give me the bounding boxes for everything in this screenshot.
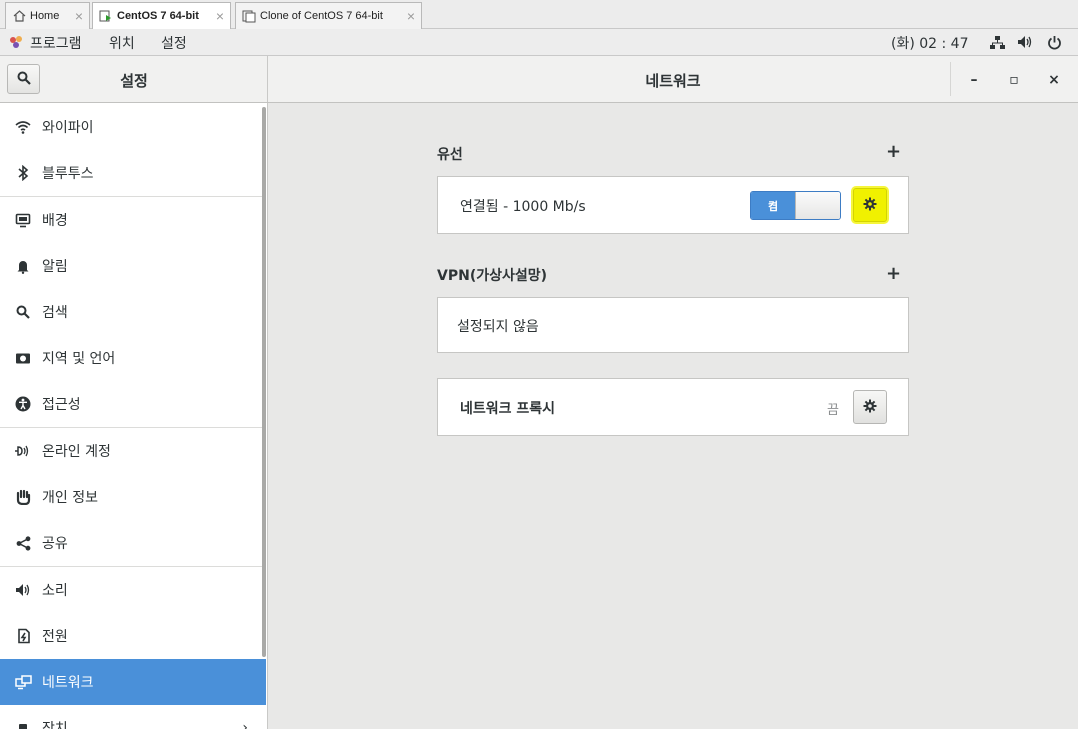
sound-icon xyxy=(14,581,32,599)
wifi-icon xyxy=(14,118,32,136)
sidebar-item-devices[interactable]: 장치 › xyxy=(0,705,266,729)
network-icon xyxy=(14,673,32,691)
sidebar: 와이파이 블루투스 배경 알림 검색 지역 및 언어 접근성 온라인 계정 개인… xyxy=(0,103,268,729)
sidebar-header: 설정 xyxy=(0,56,268,102)
sidebar-item-background[interactable]: 배경 xyxy=(0,197,266,243)
gear-icon xyxy=(863,398,877,417)
sidebar-item-power[interactable]: 전원 xyxy=(0,613,266,659)
sidebar-item-label: 공유 xyxy=(42,536,68,552)
vpn-card: 설정되지 않음 xyxy=(437,297,909,353)
network-status-icon[interactable] xyxy=(989,34,1005,50)
wired-status: 연결됨 - 1000 Mb/s xyxy=(460,199,586,215)
wired-section-title: 유선 xyxy=(437,147,463,163)
sidebar-item-label: 배경 xyxy=(42,213,68,229)
close-tab-icon[interactable]: × xyxy=(75,8,83,24)
proxy-title: 네트워크 프록시 xyxy=(460,401,556,417)
vm-tab-label: CentOS 7 64-bit xyxy=(117,10,199,22)
minimize-icon: – xyxy=(970,72,978,88)
sidebar-item-label: 온라인 계정 xyxy=(42,444,111,460)
power-icon xyxy=(14,627,32,645)
vm-tab-centos[interactable]: CentOS 7 64-bit × xyxy=(92,2,231,29)
close-icon: × xyxy=(1048,72,1060,88)
top-panel: 프로그램 위치 설정 (화) 02 : 47 xyxy=(0,29,1078,56)
sidebar-item-label: 알림 xyxy=(42,259,68,275)
sidebar-item-region[interactable]: 지역 및 언어 xyxy=(0,335,266,381)
sidebar-item-sound[interactable]: 소리 xyxy=(0,567,266,613)
sidebar-item-label: 검색 xyxy=(42,305,68,321)
vm-tab-label: Clone of CentOS 7 64-bit xyxy=(260,10,383,22)
sidebar-item-label: 와이파이 xyxy=(42,120,94,136)
settings-app-menu[interactable]: 설정 xyxy=(161,33,187,53)
sidebar-item-online-accounts[interactable]: 온라인 계정 xyxy=(0,428,266,474)
add-wired-button[interactable]: + xyxy=(886,141,901,162)
vpn-section-title: VPN(가상사설망) xyxy=(437,268,548,284)
sidebar-item-accessibility[interactable]: 접근성 xyxy=(0,381,266,427)
header-divider xyxy=(950,62,951,96)
sidebar-item-privacy[interactable]: 개인 정보 xyxy=(0,474,266,520)
share-icon xyxy=(14,534,32,552)
devices-icon xyxy=(14,719,32,729)
wired-toggle[interactable]: 켬 xyxy=(750,191,841,220)
proxy-state: 끔 xyxy=(827,403,839,418)
sidebar-item-search[interactable]: 검색 xyxy=(0,289,266,335)
close-button[interactable]: × xyxy=(1044,70,1064,90)
toggle-knob xyxy=(795,192,840,219)
wired-connection-card: 연결됨 - 1000 Mb/s 켬 xyxy=(437,176,909,234)
header-bar: 설정 네트워크 – ▫ × xyxy=(0,56,1078,103)
search-icon xyxy=(14,303,32,321)
vm-tab-home[interactable]: Home × xyxy=(5,2,90,29)
wired-settings-button[interactable] xyxy=(853,188,887,222)
sidebar-item-wifi[interactable]: 와이파이 xyxy=(0,104,266,150)
sidebar-item-network[interactable]: 네트워크 xyxy=(0,659,266,705)
vm-running-icon xyxy=(99,9,113,23)
background-icon xyxy=(14,211,32,229)
sidebar-item-label: 전원 xyxy=(42,629,68,645)
toggle-on-label: 켬 xyxy=(751,192,795,219)
accessibility-icon xyxy=(14,395,32,413)
maximize-icon: ▫ xyxy=(1009,72,1019,88)
vm-tab-bar: Home × CentOS 7 64-bit × Clone of CentOS… xyxy=(0,0,1078,29)
sidebar-item-label: 네트워크 xyxy=(42,675,94,691)
chevron-right-icon: › xyxy=(242,720,248,729)
bell-icon xyxy=(14,257,32,275)
vm-tab-label: Home xyxy=(30,10,60,22)
maximize-button[interactable]: ▫ xyxy=(1004,70,1024,90)
volume-icon[interactable] xyxy=(1017,34,1033,50)
close-tab-icon[interactable]: × xyxy=(216,8,224,24)
page-title: 네트워크 xyxy=(645,72,701,90)
applications-icon xyxy=(8,34,24,50)
sidebar-item-label: 개인 정보 xyxy=(42,490,98,506)
vpn-empty-text: 설정되지 않음 xyxy=(457,319,539,335)
sidebar-item-sharing[interactable]: 공유 xyxy=(0,520,266,566)
sidebar-item-label: 블루투스 xyxy=(42,166,94,182)
vm-tab-clone[interactable]: Clone of CentOS 7 64-bit × xyxy=(235,2,422,29)
sidebar-item-bluetooth[interactable]: 블루투스 xyxy=(0,150,266,196)
close-tab-icon[interactable]: × xyxy=(407,8,415,24)
proxy-card[interactable]: 네트워크 프록시 끔 xyxy=(437,378,909,436)
settings-title: 설정 xyxy=(120,72,148,90)
bluetooth-icon xyxy=(14,164,32,182)
online-accounts-icon xyxy=(14,442,32,460)
region-icon xyxy=(14,349,32,367)
sidebar-item-notifications[interactable]: 알림 xyxy=(0,243,266,289)
sidebar-item-label: 지역 및 언어 xyxy=(42,351,116,367)
sidebar-item-label: 장치 xyxy=(42,721,68,729)
sidebar-scrollbar[interactable] xyxy=(262,107,266,657)
sidebar-item-label: 접근성 xyxy=(42,397,81,413)
gear-icon xyxy=(863,196,877,215)
proxy-settings-button[interactable] xyxy=(853,390,887,424)
applications-menu[interactable]: 프로그램 xyxy=(30,33,82,53)
network-panel: 유선 + 연결됨 - 1000 Mb/s 켬 VPN(가상사설망) + 설정되지… xyxy=(269,103,1078,729)
clock[interactable]: (화) 02 : 47 xyxy=(891,33,969,53)
sidebar-item-label: 소리 xyxy=(42,583,68,599)
vm-icon xyxy=(242,9,256,23)
minimize-button[interactable]: – xyxy=(964,70,984,90)
places-menu[interactable]: 위치 xyxy=(109,33,135,53)
privacy-hand-icon xyxy=(14,488,32,506)
add-vpn-button[interactable]: + xyxy=(886,263,901,284)
power-menu-icon[interactable] xyxy=(1046,34,1062,50)
home-icon xyxy=(12,9,26,23)
